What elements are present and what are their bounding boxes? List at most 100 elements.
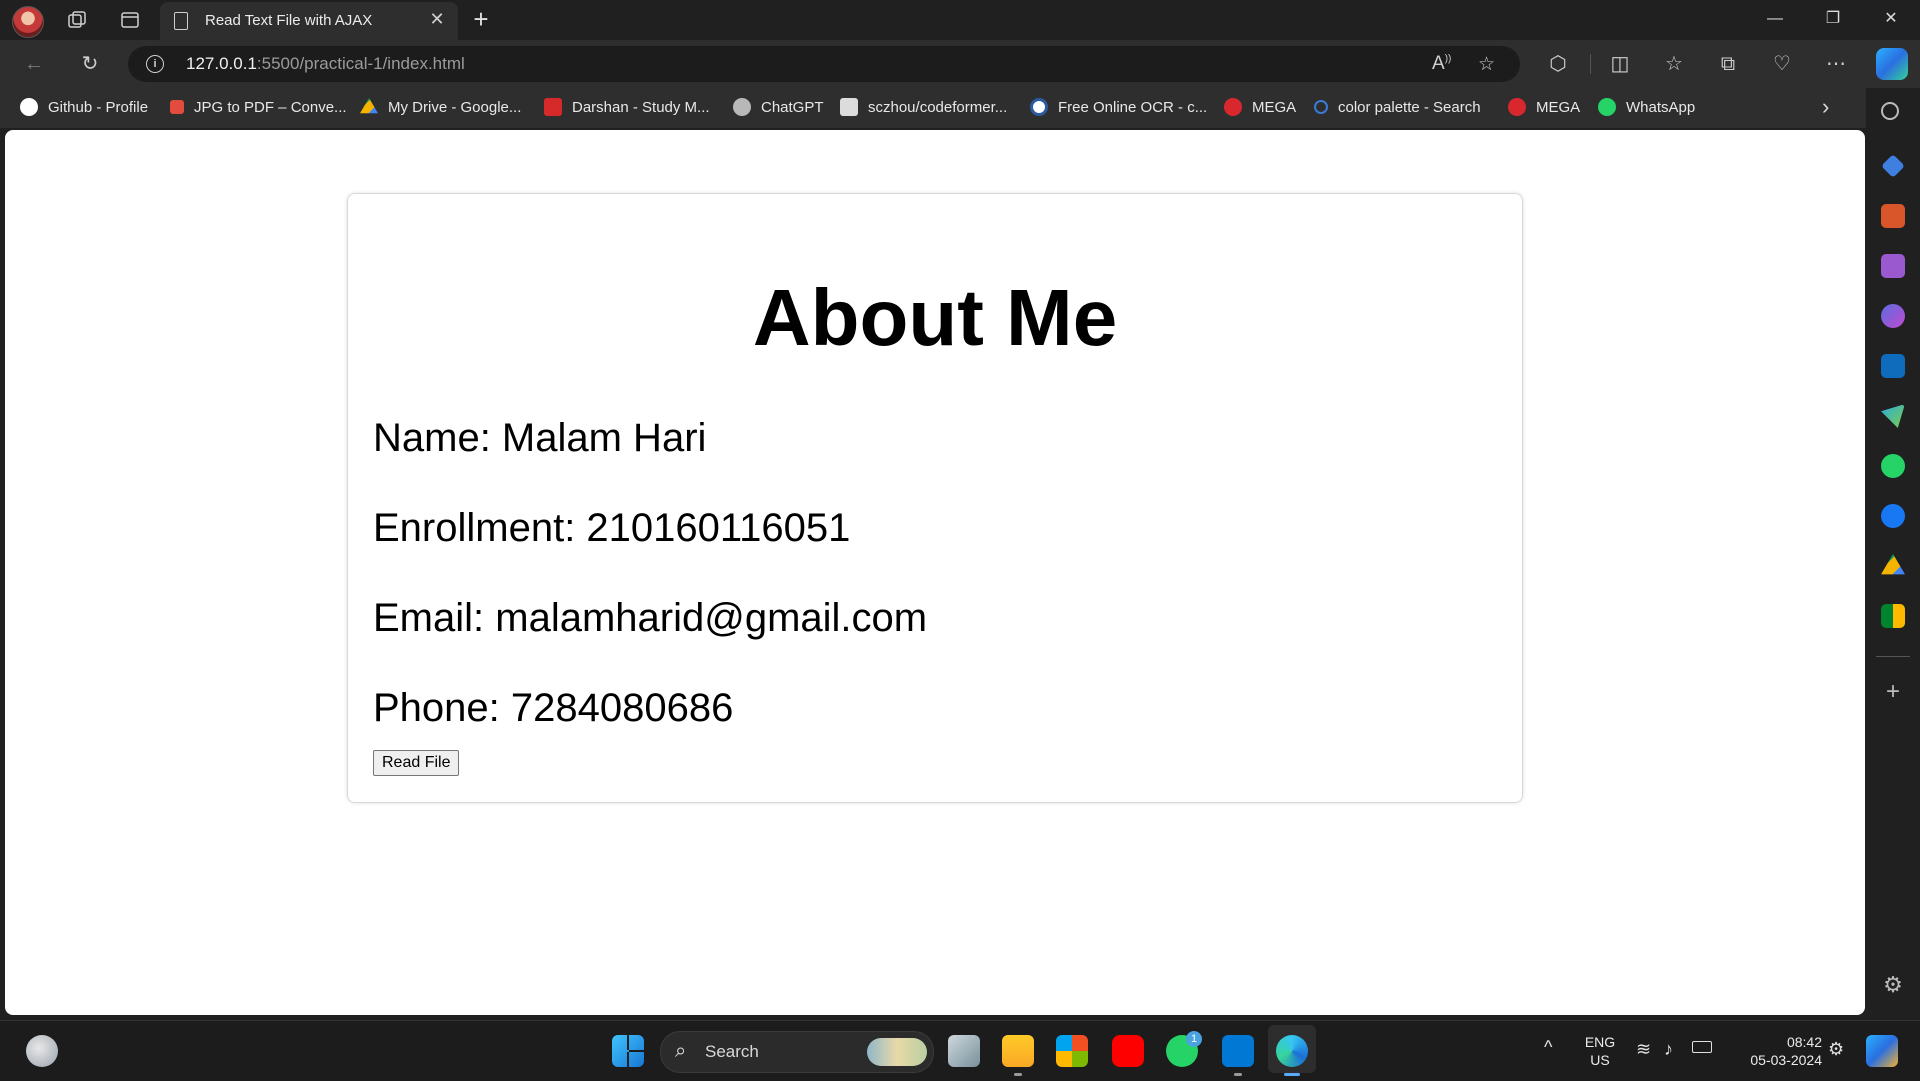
bookmark-jpg-to-pdf[interactable]: JPG to PDF – Conve... bbox=[170, 96, 347, 118]
whatsapp-icon[interactable] bbox=[1881, 454, 1905, 478]
pdf-icon bbox=[170, 100, 184, 114]
document-icon bbox=[174, 12, 188, 30]
sidebar-divider bbox=[1876, 656, 1910, 657]
page-title: About Me bbox=[752, 273, 1118, 362]
bookmark-darshan[interactable]: Darshan - Study M... bbox=[544, 96, 710, 118]
bookmark-mega-1[interactable]: MEGA bbox=[1224, 96, 1296, 118]
search-icon bbox=[1314, 100, 1328, 114]
tab-actions-icon[interactable] bbox=[116, 6, 144, 34]
battery-icon[interactable] bbox=[1692, 1041, 1712, 1053]
outlook-icon[interactable] bbox=[1881, 354, 1905, 378]
games-icon[interactable] bbox=[1881, 254, 1905, 278]
address-url[interactable]: 127.0.0.1:5500/practical-1/index.html bbox=[186, 54, 465, 74]
tab-strip: Read Text File with AJAX ✕ + — ❐ ✕ bbox=[0, 0, 1920, 40]
active-indicator bbox=[1284, 1073, 1300, 1076]
about-card: About Me Name: Malam Hari Enrollment: 21… bbox=[347, 193, 1523, 803]
tab-title: Read Text File with AJAX bbox=[205, 12, 373, 29]
bookmark-github-profile[interactable]: Github - Profile bbox=[20, 96, 148, 118]
start-windows-icon[interactable] bbox=[612, 1035, 644, 1067]
taskbar-search[interactable]: ⌕ Search bbox=[660, 1031, 934, 1073]
tab-active[interactable]: Read Text File with AJAX ✕ bbox=[160, 2, 458, 40]
read-aloud-icon[interactable]: A)) bbox=[1432, 53, 1451, 75]
windows-taskbar: ⌕ Search 1 ^ ENG US ≋ ♪ 08:42 05-03-2024… bbox=[0, 1020, 1920, 1081]
bookmark-whatsapp[interactable]: WhatsApp bbox=[1598, 96, 1695, 118]
github-icon bbox=[20, 98, 38, 116]
bookmark-color-palette[interactable]: color palette - Search bbox=[1314, 96, 1481, 118]
codeformer-icon bbox=[840, 98, 858, 116]
notification-bell-icon[interactable]: ⚙ bbox=[1828, 1039, 1844, 1060]
vscode-icon[interactable] bbox=[1222, 1035, 1254, 1067]
profile-avatar[interactable] bbox=[12, 6, 44, 38]
whatsapp-icon bbox=[1598, 98, 1616, 116]
facebook-icon[interactable] bbox=[1881, 504, 1905, 528]
workspaces-icon[interactable] bbox=[63, 6, 91, 34]
close-window-button[interactable]: ✕ bbox=[1868, 4, 1914, 34]
read-file-button[interactable]: Read File bbox=[373, 750, 460, 776]
bookmark-free-online-ocr[interactable]: Free Online OCR - c... bbox=[1030, 96, 1207, 118]
split-screen-icon[interactable]: ◫ bbox=[1606, 50, 1634, 78]
toolbar-divider bbox=[1590, 54, 1591, 74]
copilot-sidebar-icon[interactable] bbox=[1881, 304, 1905, 328]
microsoft-store-icon[interactable] bbox=[1056, 1035, 1088, 1067]
bookmark-codeformer[interactable]: sczhou/codeformer... bbox=[840, 96, 1007, 118]
settings-gear-icon[interactable]: ⚙ bbox=[1881, 972, 1905, 998]
search-icon: ⌕ bbox=[675, 1040, 687, 1062]
enrollment-text: Enrollment: 210160116051 bbox=[373, 506, 851, 550]
chevron-right-icon[interactable]: › bbox=[1822, 94, 1829, 120]
edge-browser-icon[interactable] bbox=[1276, 1035, 1308, 1067]
refresh-icon[interactable]: ↻ bbox=[76, 50, 104, 78]
site-info-icon[interactable]: i bbox=[146, 55, 164, 73]
back-icon[interactable]: ← bbox=[20, 50, 48, 78]
darshan-icon bbox=[544, 98, 562, 116]
page-viewport: About Me Name: Malam Hari Enrollment: 21… bbox=[5, 130, 1865, 1015]
bookmarks-bar: Github - Profile JPG to PDF – Conve... M… bbox=[0, 88, 1880, 128]
copilot-icon[interactable] bbox=[1876, 48, 1908, 80]
new-tab-button[interactable]: + bbox=[466, 4, 496, 35]
bookmark-google-drive[interactable]: My Drive - Google... bbox=[360, 96, 521, 118]
send-icon[interactable] bbox=[1881, 404, 1905, 428]
youtube-icon[interactable] bbox=[1112, 1035, 1144, 1067]
search-highlight-image bbox=[867, 1038, 927, 1066]
mega-icon bbox=[1224, 98, 1242, 116]
language-indicator[interactable]: ENG US bbox=[1576, 1033, 1624, 1069]
file-explorer-icon[interactable] bbox=[1002, 1035, 1034, 1067]
volume-icon[interactable]: ♪ bbox=[1664, 1039, 1673, 1060]
weather-icon[interactable] bbox=[26, 1035, 58, 1067]
ocr-icon bbox=[1030, 98, 1048, 116]
google-drive-icon bbox=[360, 98, 378, 114]
favorite-star-icon[interactable]: ☆ bbox=[1478, 53, 1495, 76]
more-menu-icon[interactable]: ⋯ bbox=[1822, 50, 1850, 78]
task-view-icon[interactable] bbox=[948, 1035, 980, 1067]
collections-icon[interactable]: ⧉ bbox=[1714, 50, 1742, 78]
browser-window: Read Text File with AJAX ✕ + — ❐ ✕ ← ↻ i… bbox=[0, 0, 1920, 1020]
favorites-icon[interactable]: ☆ bbox=[1660, 50, 1688, 78]
mega-icon bbox=[1508, 98, 1526, 116]
copilot-taskbar-icon[interactable] bbox=[1866, 1035, 1898, 1067]
close-tab-icon[interactable]: ✕ bbox=[426, 9, 448, 30]
browser-essentials-icon[interactable]: ♡ bbox=[1768, 50, 1796, 78]
search-label: Search bbox=[705, 1042, 759, 1061]
phone-text: Phone: 7284080686 bbox=[373, 686, 734, 730]
running-indicator bbox=[1014, 1073, 1022, 1076]
email-text: Email: malamharid@gmail.com bbox=[373, 596, 928, 640]
minimize-button[interactable]: — bbox=[1752, 4, 1798, 34]
name-text: Name: Malam Hari bbox=[373, 416, 707, 460]
google-meet-icon[interactable] bbox=[1881, 604, 1905, 628]
search-icon[interactable] bbox=[1881, 102, 1899, 120]
restore-button[interactable]: ❐ bbox=[1810, 4, 1856, 34]
toolbar: ← ↻ i 127.0.0.1:5500/practical-1/index.h… bbox=[0, 40, 1920, 88]
wifi-icon[interactable]: ≋ bbox=[1636, 1039, 1651, 1060]
shopping-tag-icon[interactable] bbox=[1881, 154, 1905, 178]
address-bar[interactable]: i 127.0.0.1:5500/practical-1/index.html … bbox=[128, 46, 1520, 82]
google-drive-icon[interactable] bbox=[1881, 554, 1905, 575]
add-icon[interactable]: + bbox=[1881, 678, 1905, 706]
clock[interactable]: 08:42 05-03-2024 bbox=[1730, 1033, 1822, 1069]
edge-sidebar: + ⚙ bbox=[1866, 88, 1920, 1020]
chatgpt-icon bbox=[733, 98, 751, 116]
bookmark-chatgpt[interactable]: ChatGPT bbox=[733, 96, 824, 118]
bookmark-mega-2[interactable]: MEGA bbox=[1508, 96, 1580, 118]
whatsapp-badge: 1 bbox=[1186, 1031, 1202, 1047]
chevron-up-icon[interactable]: ^ bbox=[1544, 1037, 1552, 1058]
extensions-icon[interactable]: ⬡ bbox=[1544, 50, 1572, 78]
toolbox-icon[interactable] bbox=[1881, 204, 1905, 228]
